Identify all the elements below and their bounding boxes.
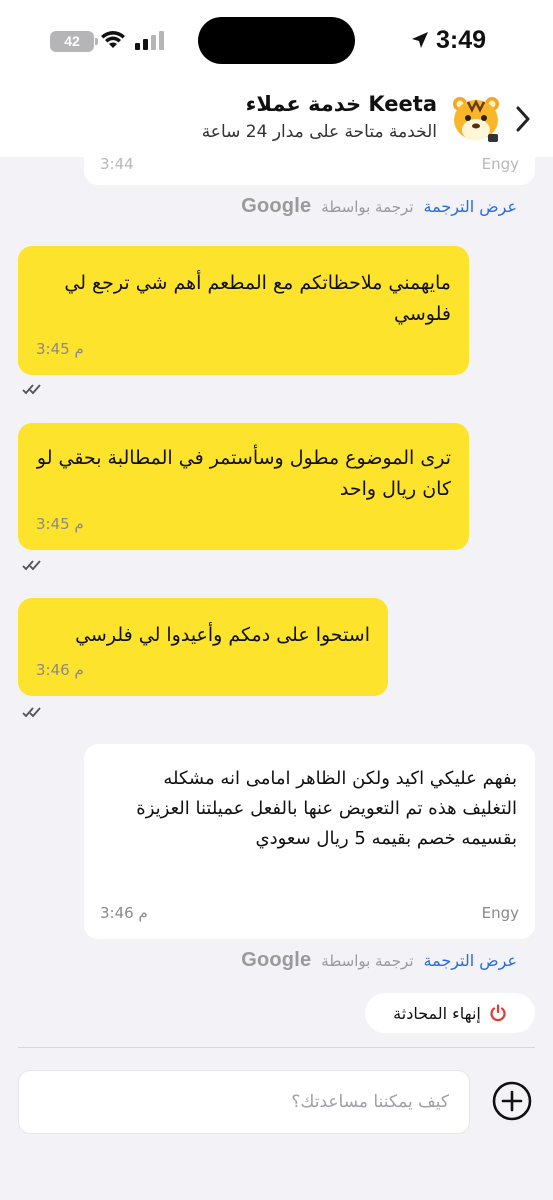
- end-chat-label: إنهاء المحادثة: [393, 1003, 481, 1023]
- user-message-bubble: ترى الموضوع مطول وسأستمر في المطالبة بحق…: [18, 423, 469, 550]
- message-text: ترى الموضوع مطول وسأستمر في المطالبة بحق…: [36, 447, 451, 500]
- translation-row: Google ترجمة بواسطة عرض الترجمة: [241, 949, 517, 972]
- translated-by-label: ترجمة بواسطة: [321, 197, 414, 216]
- message-input-wrapper: [18, 1070, 470, 1134]
- read-receipt-icon: [22, 707, 41, 718]
- message-text: استحوا على دمكم وأعيدوا لي فلرسي: [75, 624, 370, 646]
- cellular-signal-icon: [135, 31, 164, 50]
- chat-messages-area[interactable]: 3:44 Engy Google ترجمة بواسطة عرض الترجم…: [0, 157, 553, 1047]
- wifi-icon: [101, 31, 125, 48]
- location-arrow-icon: [412, 32, 428, 48]
- power-icon: [490, 1004, 506, 1022]
- agent-message-bubble-partial: 3:44 Engy: [84, 157, 535, 185]
- user-message-bubble: مايهمني ملاحظاتكم مع المطعم أهم شي ترجع …: [18, 246, 469, 375]
- show-translation-link[interactable]: عرض الترجمة: [424, 197, 518, 216]
- message-text: بفهم عليكي اكيد ولكن الظاهر امامى انه مش…: [136, 768, 517, 849]
- translated-by-label: ترجمة بواسطة: [321, 951, 414, 970]
- translation-row: Google ترجمة بواسطة عرض الترجمة: [241, 195, 517, 218]
- add-attachment-icon[interactable]: [492, 1081, 532, 1121]
- battery-indicator: 42: [50, 31, 94, 52]
- chat-header: خدمة عملاء Keeta الخدمة متاحة على مدار 2…: [0, 84, 553, 157]
- back-chevron-icon[interactable]: [512, 104, 534, 134]
- message-input[interactable]: [19, 1071, 469, 1133]
- read-receipt-icon: [22, 560, 41, 571]
- battery-tip: [95, 38, 98, 45]
- agent-message-bubble: بفهم عليكي اكيد ولكن الظاهر امامى انه مش…: [84, 744, 535, 939]
- message-sender: Engy: [481, 157, 519, 173]
- google-logo: Google: [241, 949, 312, 971]
- dynamic-island: [198, 17, 355, 64]
- user-message-bubble: استحوا على دمكم وأعيدوا لي فلرسي 3:46 م: [18, 598, 388, 696]
- tiger-mascot-avatar: [453, 97, 499, 142]
- end-chat-button[interactable]: إنهاء المحادثة: [365, 993, 535, 1033]
- page-title: خدمة عملاء Keeta: [245, 92, 437, 116]
- composer-divider: [18, 1047, 535, 1048]
- read-receipt-icon: [22, 384, 41, 395]
- status-time: 3:49: [436, 26, 487, 54]
- message-sender: Engy: [481, 904, 519, 922]
- message-time: 3:45 م: [36, 515, 84, 533]
- google-logo: Google: [241, 195, 312, 217]
- message-time: 3:45 م: [36, 340, 84, 358]
- message-text: مايهمني ملاحظاتكم مع المطعم أهم شي ترجع …: [64, 272, 451, 325]
- page-subtitle: الخدمة متاحة على مدار 24 ساعة: [201, 122, 437, 142]
- show-translation-link[interactable]: عرض الترجمة: [424, 951, 518, 970]
- message-time: 3:44: [100, 157, 134, 173]
- message-time: 3:46 م: [36, 661, 84, 679]
- message-time: 3:46 م: [100, 904, 148, 922]
- status-bar: 42 3:49: [0, 0, 553, 84]
